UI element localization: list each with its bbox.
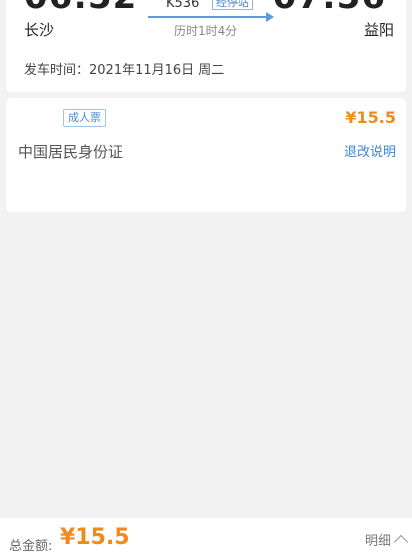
- departure-station: 长沙: [24, 21, 55, 39]
- stops-badge[interactable]: 经停站: [212, 0, 253, 10]
- arrival-station: 益阳: [363, 21, 394, 39]
- details-label: 明细: [364, 534, 391, 549]
- total-label: 总金额:: [9, 539, 53, 554]
- ticket-price: ¥15.5: [345, 108, 396, 127]
- bottom-payment-bar: 总金额: ¥15.5 明细: [0, 518, 412, 557]
- order-page: 06:52 07:56 长沙 益阳 K536 经停站 历时1时4分 发车时间：2…: [0, 0, 412, 557]
- departure-time: 06:52: [24, 0, 137, 14]
- passenger-ticket-card: 成人票 ¥15.5 中国居民身份证 退改说明: [6, 98, 406, 212]
- travel-duration: 历时1时4分: [174, 24, 238, 38]
- departure-date: 发车时间：2021年11月16日 周二: [24, 63, 225, 78]
- refund-policy-link[interactable]: 退改说明: [344, 141, 396, 160]
- ticket-type-badge: 成人票: [63, 109, 106, 127]
- id-document-type: 中国居民身份证: [18, 143, 124, 161]
- route-arrow-icon: [266, 12, 274, 22]
- route-line: [148, 16, 270, 18]
- arrival-time: 07:56: [273, 0, 386, 14]
- train-info-card: 06:52 07:56 长沙 益阳 K536 经停站 历时1时4分 发车时间：2…: [6, 0, 406, 92]
- price-details-button[interactable]: 明细: [364, 530, 409, 550]
- train-number: K536: [166, 0, 200, 11]
- chevron-up-icon: [393, 534, 409, 550]
- total-amount: ¥15.5: [60, 525, 130, 550]
